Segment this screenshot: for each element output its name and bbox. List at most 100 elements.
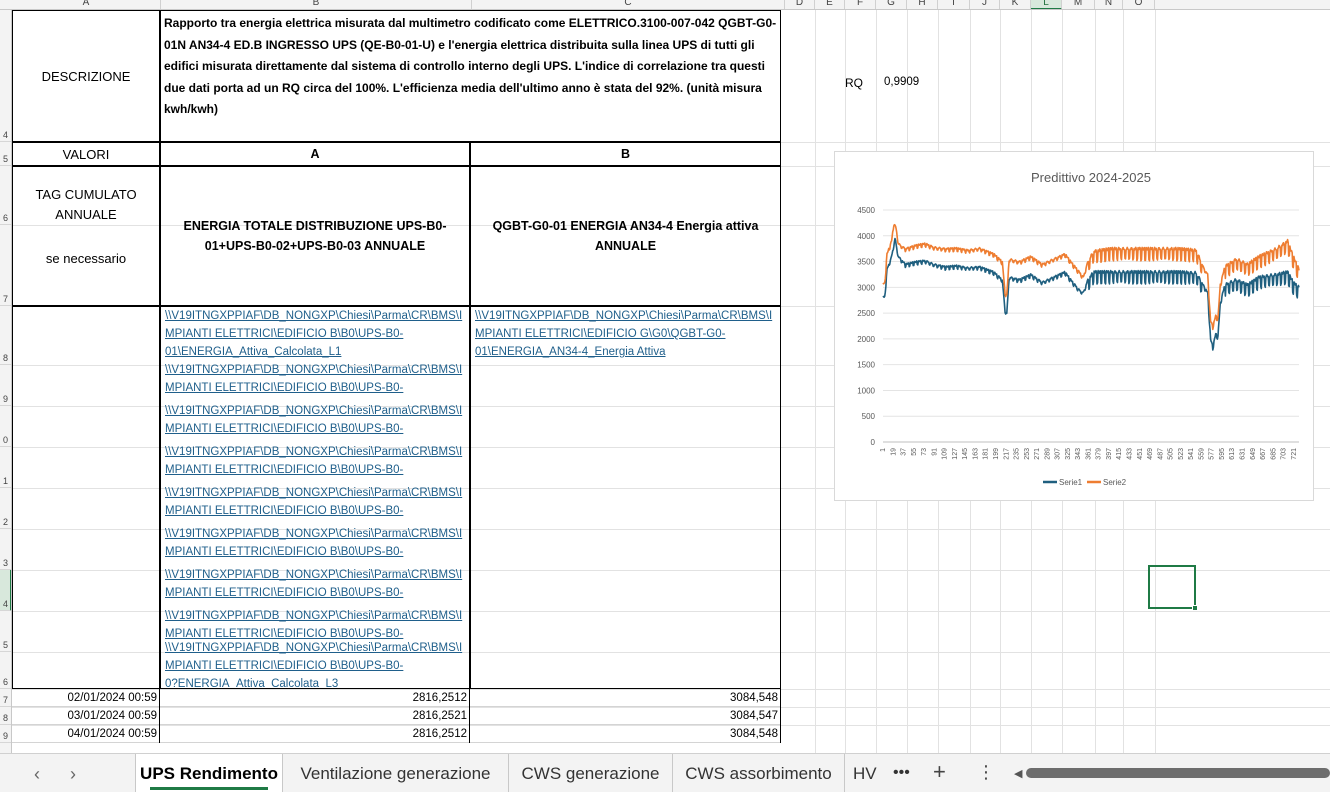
row-header[interactable]: 9 bbox=[0, 725, 11, 743]
value-a-cell[interactable]: 2816,2521 bbox=[160, 707, 470, 725]
legend-entry: Serie2 bbox=[1103, 478, 1127, 487]
x-tick-label: 109 bbox=[942, 448, 949, 460]
column-header[interactable]: F bbox=[845, 0, 876, 9]
row-header[interactable]: 8 bbox=[0, 707, 11, 725]
x-tick-label: 253 bbox=[1024, 448, 1031, 460]
value-a-cell[interactable]: 2816,2512 bbox=[160, 725, 470, 743]
tag-a-link-5[interactable]: \\V19ITNGXPPIAF\DB_NONGXP\Chiesi\Parma\C… bbox=[165, 484, 467, 524]
x-tick-label: 289 bbox=[1044, 448, 1051, 460]
column-header[interactable]: B bbox=[161, 0, 472, 9]
row-header-label: 8 bbox=[3, 713, 9, 723]
tag-a-link-2[interactable]: \\V19ITNGXPPIAF\DB_NONGXP\Chiesi\Parma\C… bbox=[165, 361, 467, 401]
column-header[interactable]: J bbox=[970, 0, 1000, 9]
row-header[interactable]: 3 bbox=[0, 529, 11, 570]
column-header[interactable]: K bbox=[1000, 0, 1031, 9]
value-b-cell[interactable]: 3084,547 bbox=[470, 707, 781, 725]
x-tick-label: 361 bbox=[1085, 448, 1092, 460]
x-tick-label: 1 bbox=[880, 448, 887, 452]
energy-a-title-cell[interactable]: ENERGIA TOTALE DISTRIBUZIONE UPS-B0-01+U… bbox=[160, 166, 470, 306]
rq-value[interactable]: 0,9909 bbox=[884, 76, 919, 88]
date-cell[interactable]: 03/01/2024 00:59 bbox=[12, 707, 160, 725]
energy-b-title-cell[interactable]: QGBT-G0-01 ENERGIA AN34-4 Energia attiva… bbox=[470, 166, 781, 306]
column-header[interactable]: D bbox=[785, 0, 815, 9]
row-header[interactable]: 9 bbox=[0, 365, 11, 406]
tab-cws-assorbimento[interactable]: CWS assorbimento bbox=[673, 754, 845, 792]
scroll-left-icon[interactable]: ◀ bbox=[1014, 767, 1022, 780]
row-header[interactable]: 4 bbox=[0, 570, 11, 611]
tag-a-link-8[interactable]: \\V19ITNGXPPIAF\DB_NONGXP\Chiesi\Parma\C… bbox=[165, 607, 467, 643]
column-header[interactable]: I bbox=[938, 0, 970, 9]
tag-a-link-1[interactable]: \\V19ITNGXPPIAF\DB_NONGXP\Chiesi\Parma\C… bbox=[165, 307, 467, 361]
column-b-header-cell[interactable]: B bbox=[470, 142, 781, 166]
row-header-label: 2 bbox=[3, 517, 9, 527]
column-header[interactable]: C bbox=[472, 0, 785, 9]
x-tick-label: 649 bbox=[1250, 448, 1257, 460]
value-a-cell[interactable]: 2816,2512 bbox=[160, 689, 470, 707]
tag-a-link-6[interactable]: \\V19ITNGXPPIAF\DB_NONGXP\Chiesi\Parma\C… bbox=[165, 525, 467, 565]
date-cell[interactable]: 04/01/2024 00:59 bbox=[12, 725, 160, 743]
column-header[interactable]: M bbox=[1062, 0, 1095, 9]
row-header[interactable]: 4 bbox=[0, 10, 11, 142]
horizontal-scrollbar[interactable]: ◀ bbox=[1010, 766, 1330, 780]
row-header-label: 8 bbox=[3, 353, 9, 363]
table-row[interactable]: 03/01/2024 00:59 2816,2521 3084,547 bbox=[12, 707, 781, 725]
add-sheet-icon[interactable]: + bbox=[933, 759, 946, 785]
column-header[interactable]: E bbox=[815, 0, 845, 9]
tag-a-link-3[interactable]: \\V19ITNGXPPIAF\DB_NONGXP\Chiesi\Parma\C… bbox=[165, 402, 467, 442]
row-header[interactable]: 2 bbox=[0, 488, 11, 529]
row-header[interactable]: 7 bbox=[0, 689, 11, 707]
row-header[interactable]: 6 bbox=[0, 166, 11, 225]
chevron-left-icon[interactable]: ‹ bbox=[34, 764, 40, 785]
row-header[interactable]: 8 bbox=[0, 306, 11, 365]
row-header-label: 6 bbox=[3, 213, 9, 223]
column-header[interactable]: H bbox=[907, 0, 938, 9]
column-header[interactable]: N bbox=[1095, 0, 1123, 9]
column-header[interactable]: A bbox=[12, 0, 161, 9]
tab-ups-rendimento[interactable]: UPS Rendimento bbox=[135, 754, 283, 792]
options-icon[interactable]: ⋮ bbox=[977, 762, 995, 783]
energy-b-title: QGBT-G0-01 ENERGIA AN34-4 Energia attiva… bbox=[492, 219, 759, 253]
tag-a-link-9[interactable]: \\V19ITNGXPPIAF\DB_NONGXP\Chiesi\Parma\C… bbox=[165, 639, 467, 688]
column-header[interactable]: O bbox=[1123, 0, 1155, 9]
value-b-cell[interactable]: 3084,548 bbox=[470, 689, 781, 707]
tag-cumulato-cell[interactable]: TAG CUMULATO ANNUALE se necessario bbox=[12, 166, 160, 306]
row-header[interactable]: 5 bbox=[0, 611, 11, 652]
tab-cws-generazione[interactable]: CWS generazione bbox=[509, 754, 673, 792]
row-header[interactable]: 7 bbox=[0, 225, 11, 306]
column-header[interactable]: L bbox=[1031, 0, 1062, 9]
valori-label-cell[interactable]: VALORI bbox=[12, 142, 160, 166]
table-row[interactable]: 04/01/2024 00:59 2816,2512 3084,548 bbox=[12, 725, 781, 743]
more-sheets-icon[interactable]: ••• bbox=[893, 764, 910, 782]
legend-entry: Serie1 bbox=[1059, 478, 1083, 487]
row-header[interactable]: 5 bbox=[0, 142, 11, 166]
row-header-label: 5 bbox=[3, 154, 9, 164]
tag-a-link-4[interactable]: \\V19ITNGXPPIAF\DB_NONGXP\Chiesi\Parma\C… bbox=[165, 443, 467, 483]
x-tick-label: 127 bbox=[952, 448, 959, 460]
value-b-cell[interactable]: 3084,548 bbox=[470, 725, 781, 743]
tag-empty-cell[interactable] bbox=[12, 306, 160, 689]
column-a-header-cell[interactable]: A bbox=[160, 142, 470, 166]
selected-cell[interactable] bbox=[1148, 565, 1196, 609]
table-row[interactable]: 02/01/2024 00:59 2816,2512 3084,548 bbox=[12, 689, 781, 707]
line-chart[interactable]: Predittivo 2024-2025 0 500 1000 1500 2000 2500… bbox=[834, 151, 1314, 501]
tab-hv[interactable]: HV bbox=[845, 754, 885, 792]
row-header[interactable]: 1 bbox=[0, 447, 11, 488]
tag-a-links-cell[interactable]: \\V19ITNGXPPIAF\DB_NONGXP\Chiesi\Parma\C… bbox=[160, 306, 470, 689]
column-header[interactable]: G bbox=[876, 0, 907, 9]
tag-a-link-7[interactable]: \\V19ITNGXPPIAF\DB_NONGXP\Chiesi\Parma\C… bbox=[165, 566, 467, 606]
scrollbar-thumb[interactable] bbox=[1026, 768, 1330, 778]
row-header[interactable]: 6 bbox=[0, 652, 11, 689]
tag-b-links-cell[interactable]: \\V19ITNGXPPIAF\DB_NONGXP\Chiesi\Parma\C… bbox=[470, 306, 781, 689]
spreadsheet-grid[interactable]: DESCRIZIONE Rapporto tra energia elettri… bbox=[12, 10, 1330, 753]
x-tick-label: 451 bbox=[1137, 448, 1144, 460]
column-headers: ABCDEFGHIJKLMNO bbox=[0, 0, 1330, 10]
tag-b-link[interactable]: \\V19ITNGXPPIAF\DB_NONGXP\Chiesi\Parma\C… bbox=[475, 307, 777, 361]
tab-ventilazione-generazione[interactable]: Ventilazione generazione bbox=[283, 754, 509, 792]
fill-handle[interactable] bbox=[1192, 605, 1198, 611]
rq-label[interactable]: RQ bbox=[845, 76, 863, 90]
description-cell[interactable]: Rapporto tra energia elettrica misurata … bbox=[160, 10, 781, 142]
description-label-cell[interactable]: DESCRIZIONE bbox=[12, 10, 160, 142]
chevron-right-icon[interactable]: › bbox=[70, 764, 76, 785]
row-header[interactable]: 0 bbox=[0, 406, 11, 447]
date-cell[interactable]: 02/01/2024 00:59 bbox=[12, 689, 160, 707]
